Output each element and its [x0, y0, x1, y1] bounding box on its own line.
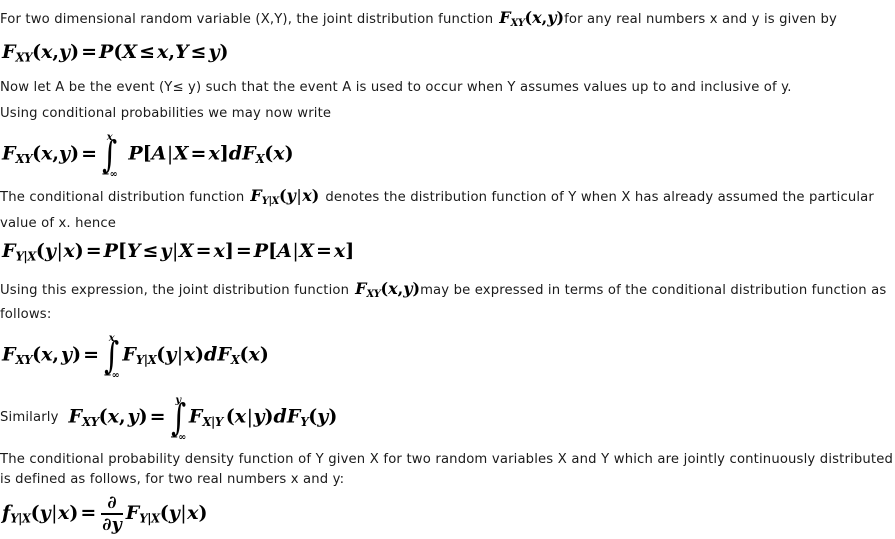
- equation-conditional-cdf-definition: FY|X(y|x) = P[Y ≤ y|X = x] = P[A|X = x]: [2, 240, 354, 263]
- equation-joint-cdf-integral-event: FXY(x,y) = x ∫ −∞ P[A|X = x]dFX(x): [2, 132, 294, 181]
- similarly-text: Similarly: [0, 409, 59, 425]
- using-expression-text-b: may be expressed in terms of the conditi…: [420, 283, 887, 298]
- equation-joint-cdf-integral-y-given-x: FXY(x, y) = x ∫ −∞ FY|X(y|x)dFX(x): [2, 333, 269, 382]
- equation-body: FXY(x,y) = P(X ≤ x,Y ≤ y): [2, 41, 229, 65]
- integral-glyph: ∫: [102, 132, 118, 176]
- integral-symbol: x ∫ −∞: [102, 333, 121, 381]
- fraction-denominator: ∂y: [102, 515, 122, 536]
- integral-symbol: y ∫ −∞: [169, 395, 188, 443]
- follows-text: follows:: [0, 307, 52, 322]
- using-conditional-text: Using conditional probabilities we may n…: [0, 106, 332, 121]
- paragraph-conditional-definition-cont: value of x. hence: [0, 212, 895, 234]
- intro-text-a: For two dimensional random variable (X,Y…: [0, 12, 494, 27]
- equation-body: FXY(x,y) = x ∫ −∞ P[A|X = x]dFX(x): [2, 132, 294, 181]
- paragraph-intro: For two dimensional random variable (X,Y…: [0, 8, 895, 30]
- partial-derivative-fraction: ∂ ∂y: [101, 494, 123, 534]
- paragraph-event-a: Now let A be the event (Y≤ y) such that …: [0, 76, 895, 98]
- paragraph-follows: follows:: [0, 303, 895, 325]
- integral-glyph: ∫: [104, 333, 120, 377]
- intro-text-b: for any real numbers x and y is given by: [564, 12, 837, 27]
- equation-body: FY|X(y|x) = P[Y ≤ y|X = x] = P[A|X = x]: [2, 240, 355, 264]
- paragraph-similarly: Similarly FXY(x, y) = y ∫ −∞ FX|Y (x|y)dFY(y): [0, 395, 338, 444]
- paragraph-conditional-pdf: The conditional probability density func…: [0, 450, 893, 490]
- paragraph-conditional-definition: The conditional distribution function FY|…: [0, 186, 895, 208]
- paragraph-using-conditional: Using conditional probabilities we may n…: [0, 102, 895, 124]
- inline-formula-conditional-cdf: FY|X(y|x): [250, 186, 320, 207]
- inline-formula-joint-cdf: FXY(x,y): [499, 8, 565, 29]
- fraction-numerator: ∂: [107, 493, 117, 513]
- integral-glyph: ∫: [170, 395, 186, 439]
- document-page: For two dimensional random variable (X,Y…: [0, 0, 895, 539]
- using-expression-text-a: Using this expression, the joint distrib…: [0, 283, 350, 298]
- equation-body: fY|X(y|x) = ∂ ∂y FY|X(y|x): [2, 493, 208, 536]
- conditional-definition-text-c: value of x. hence: [0, 216, 117, 231]
- equation-joint-cdf-integral-x-given-y: FXY(x, y) = y ∫ −∞ FX|Y (x|y)dFY(y): [68, 395, 338, 444]
- event-a-text: Now let A be the event (Y≤ y) such that …: [0, 80, 792, 95]
- subscript-y-given-x: Y|X: [261, 195, 280, 207]
- integral-symbol: x ∫ −∞: [100, 132, 119, 180]
- paragraph-using-expression: Using this expression, the joint distrib…: [0, 279, 895, 301]
- inline-formula-joint-cdf-2: FXY(x,y): [355, 279, 421, 300]
- equation-joint-cdf-definition: FXY(x,y) = P(X ≤ x,Y ≤ y): [2, 41, 228, 64]
- equation-body: FXY(x, y) = x ∫ −∞ FY|X(y|x)dFX(x): [2, 333, 269, 382]
- equation-conditional-pdf-partial: fY|X(y|x) = ∂ ∂y FY|X(y|x): [2, 494, 207, 534]
- conditional-definition-text-b: denotes the distribution function of Y w…: [325, 190, 874, 205]
- conditional-definition-text-a: The conditional distribution function: [0, 190, 245, 205]
- conditional-pdf-text: The conditional probability density func…: [0, 452, 893, 487]
